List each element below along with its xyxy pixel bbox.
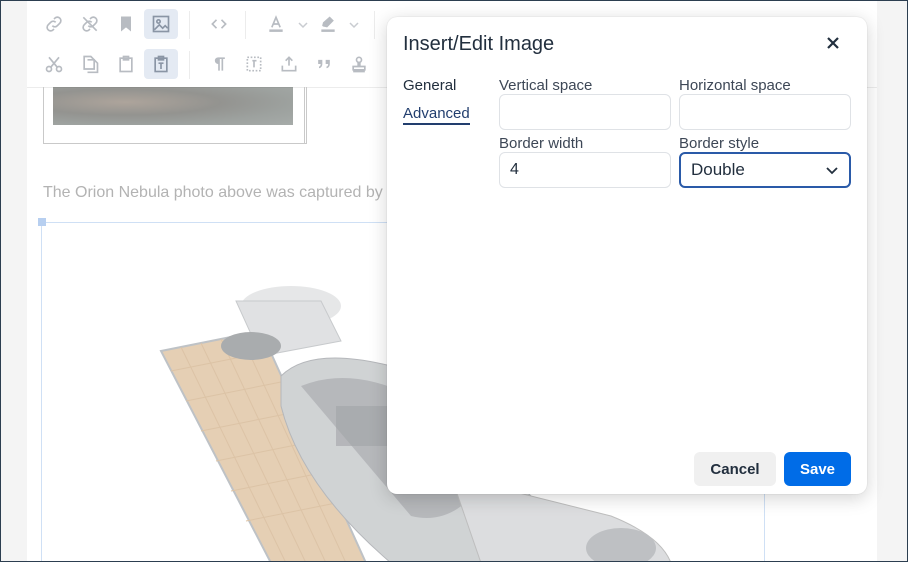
image-caption-text: The Orion Nebula photo above was capture… [43, 184, 383, 201]
bookmark-icon[interactable] [109, 9, 143, 39]
toolbar-divider [189, 11, 190, 39]
code-icon[interactable] [202, 9, 236, 39]
horizontal-space-label: Horizontal space [679, 77, 791, 94]
border-width-input[interactable]: 4 [499, 152, 671, 188]
vertical-space-input[interactable] [499, 94, 671, 130]
paste-text-icon[interactable] [144, 49, 178, 79]
stamp-icon[interactable] [342, 49, 376, 79]
link-icon[interactable] [37, 9, 71, 39]
insert-edit-image-dialog: Insert/Edit Image General Advanced Verti… [387, 17, 867, 494]
toolbar-divider [189, 51, 190, 79]
paste-icon[interactable] [109, 49, 143, 79]
resize-handle[interactable] [38, 218, 46, 226]
blockquote-icon[interactable] [307, 49, 341, 79]
nebula-image [53, 87, 293, 125]
unlink-icon[interactable] [73, 9, 107, 39]
border-width-label: Border width [499, 135, 584, 152]
vertical-space-label: Vertical space [499, 77, 593, 94]
border-style-value: Double [691, 160, 745, 179]
chevron-down-icon[interactable] [297, 19, 309, 31]
upload-icon[interactable] [272, 49, 306, 79]
toolbar-divider [245, 11, 246, 39]
save-button[interactable]: Save [784, 452, 851, 486]
table-cell-border [304, 87, 305, 143]
tab-advanced[interactable]: Advanced [403, 105, 470, 125]
close-icon[interactable] [819, 31, 847, 55]
horizontal-space-input[interactable] [679, 94, 851, 130]
chevron-down-icon [826, 167, 838, 175]
cancel-button[interactable]: Cancel [694, 452, 776, 486]
visual-blocks-icon[interactable] [237, 49, 271, 79]
image-icon[interactable] [144, 9, 178, 39]
border-style-label: Border style [679, 135, 760, 152]
toolbar-divider [374, 11, 375, 39]
app-frame: The Orion Nebula photo above was capture… [0, 0, 908, 562]
copy-icon[interactable] [73, 49, 107, 79]
dialog-title: Insert/Edit Image [403, 33, 555, 55]
chevron-down-icon[interactable] [348, 19, 360, 31]
border-style-select[interactable]: Double [679, 152, 851, 188]
highlight-color-icon[interactable] [311, 9, 345, 39]
tab-general[interactable]: General [403, 77, 456, 94]
paragraph-icon[interactable] [202, 49, 236, 79]
cut-icon[interactable] [37, 49, 71, 79]
text-color-icon[interactable] [259, 9, 293, 39]
